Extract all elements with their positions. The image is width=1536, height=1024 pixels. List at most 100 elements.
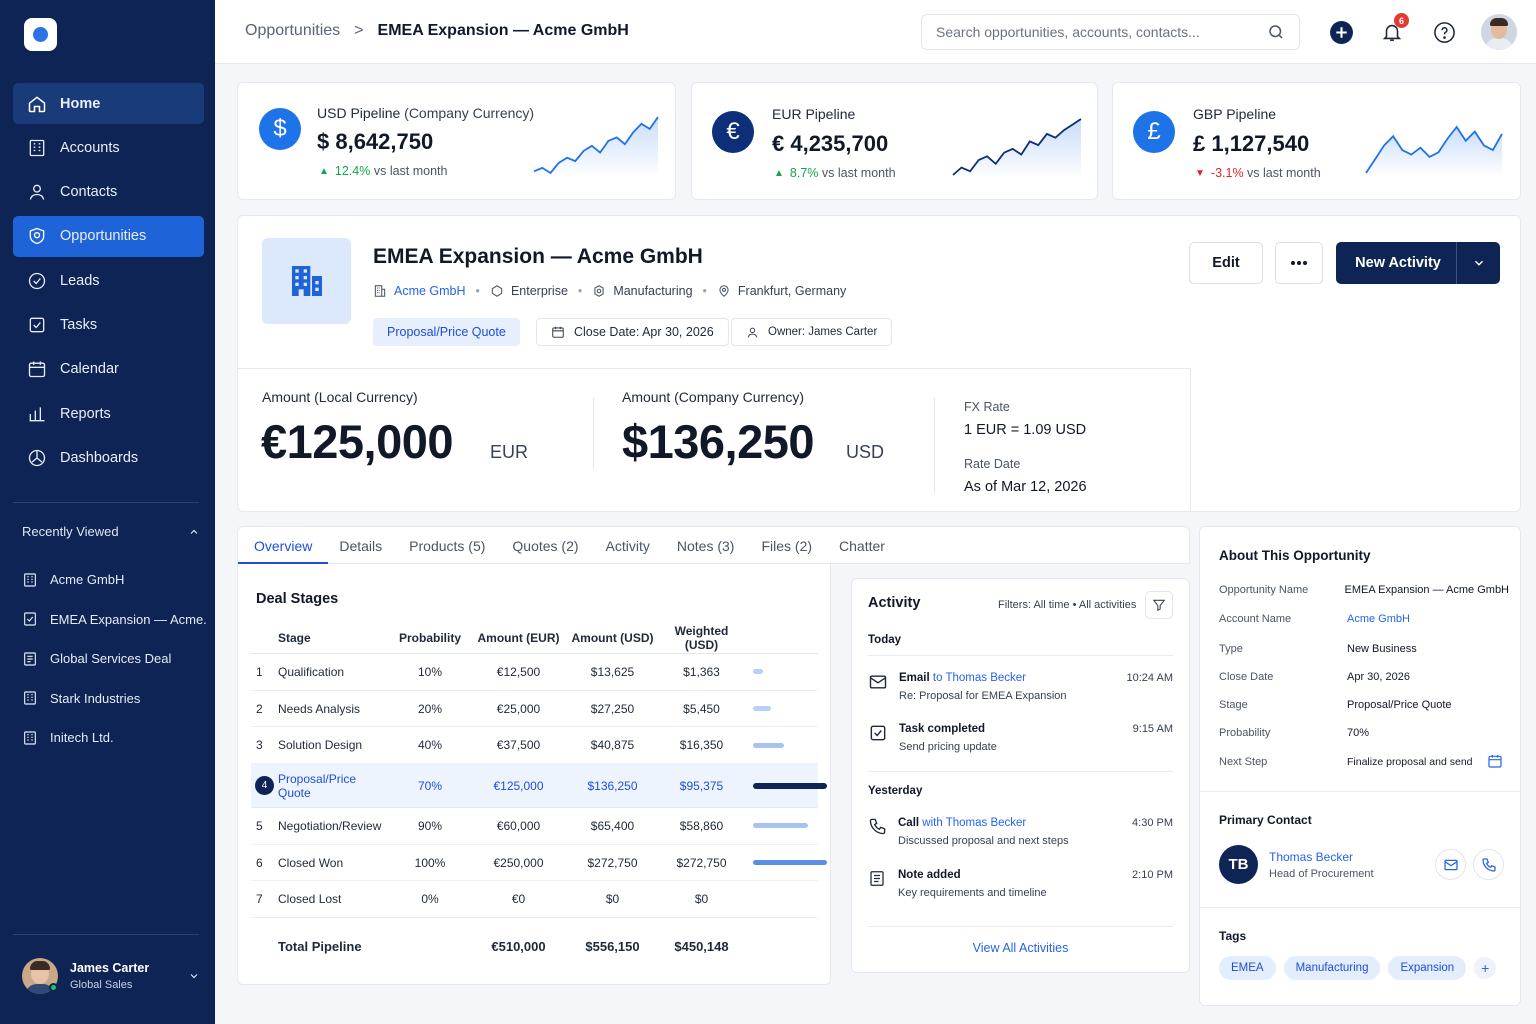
sidebar-item-reports[interactable]: Reports bbox=[13, 393, 204, 434]
field-label: Close Date bbox=[1219, 671, 1274, 683]
field-label: Type bbox=[1219, 643, 1243, 655]
table-row[interactable]: 2 Needs Analysis 20% €25,000 $27,250 $5,450 bbox=[251, 691, 818, 728]
search-input[interactable] bbox=[936, 24, 1267, 40]
more-horizontal-icon bbox=[1290, 260, 1308, 266]
sidebar-item-contacts[interactable]: Contacts bbox=[13, 172, 204, 213]
edit-button[interactable]: Edit bbox=[1189, 242, 1263, 284]
search-icon[interactable] bbox=[1267, 23, 1285, 41]
chevron-down-icon[interactable] bbox=[188, 970, 200, 982]
column-header: Probability bbox=[398, 630, 461, 645]
recent-item[interactable]: Initech Ltd. bbox=[22, 718, 207, 758]
home-icon bbox=[26, 93, 48, 115]
sidebar-item-accounts[interactable]: Accounts bbox=[13, 127, 204, 168]
call-contact-button[interactable] bbox=[1473, 849, 1504, 880]
table-row[interactable]: 6 Closed Won 100% €250,000 $272,750 $272,750 bbox=[251, 845, 827, 882]
close-date-chip[interactable]: Close Date: Apr 30, 2026 bbox=[536, 318, 729, 346]
activity-contact-link[interactable]: with Thomas Becker bbox=[922, 817, 1026, 829]
top-header: Opportunities > EMEA Expansion — Acme Gm… bbox=[215, 0, 1536, 64]
total-row: Total Pipeline €510,000 $556,150 $450,14… bbox=[251, 918, 818, 974]
eur-pipeline-card[interactable]: € EUR Pipeline € 4,235,700 ▲ 8.7% vs last… bbox=[691, 82, 1098, 200]
account-link[interactable]: Acme GmbH bbox=[394, 284, 466, 298]
pipeline-label: USD Pipeline bbox=[317, 105, 401, 121]
tag[interactable]: Manufacturing bbox=[1283, 956, 1381, 980]
stage-probability: 70% bbox=[417, 778, 443, 793]
tab-quotes[interactable]: Quotes (2) bbox=[512, 527, 578, 564]
stage-probability: 90% bbox=[417, 818, 443, 833]
stage-probability: 10% bbox=[417, 664, 443, 679]
chevron-down-icon[interactable] bbox=[1456, 242, 1500, 284]
help-button[interactable] bbox=[1430, 18, 1458, 46]
stage-weighted-usd: $1,363 bbox=[683, 664, 720, 679]
recent-item[interactable]: Global Services Deal bbox=[22, 639, 207, 679]
stage-chip[interactable]: Proposal/Price Quote bbox=[373, 318, 520, 346]
header-avatar[interactable] bbox=[1481, 14, 1517, 50]
sidebar-item-dashboards[interactable]: Dashboards bbox=[13, 437, 204, 478]
app-logo[interactable] bbox=[24, 18, 57, 51]
add-tag-button[interactable]: + bbox=[1474, 957, 1497, 979]
field-row: Type New Business bbox=[1219, 643, 1509, 655]
new-activity-button[interactable]: New Activity bbox=[1336, 242, 1500, 284]
table-row[interactable]: 4 Proposal/Price Quote 70% €125,000 $136,250… bbox=[251, 764, 827, 809]
tag[interactable]: Expansion bbox=[1388, 956, 1467, 980]
day-label-today: Today bbox=[868, 634, 902, 646]
table-row[interactable]: 5 Negotiation/Review 90% €60,000 $65,400 $58,… bbox=[251, 808, 818, 845]
sidebar-item-opportunities[interactable]: Opportunities bbox=[13, 215, 204, 257]
recent-item[interactable]: Stark Industries bbox=[22, 679, 207, 719]
location-label: Frankfurt, Germany bbox=[737, 284, 847, 298]
owner-chip[interactable]: Owner: James Carter bbox=[731, 318, 893, 346]
tab-notes[interactable]: Notes (3) bbox=[677, 527, 735, 564]
tab-overview[interactable]: Overview bbox=[237, 527, 329, 565]
sidebar-item-leads[interactable]: Leads bbox=[13, 260, 204, 301]
tab-bar: Overview Details Products (5) Quotes (2)… bbox=[237, 526, 1190, 565]
stage-number: 4 bbox=[255, 776, 274, 796]
search-box[interactable] bbox=[921, 14, 1300, 50]
recent-item-label: Acme GmbH bbox=[50, 572, 125, 588]
notifications-button[interactable]: 6 bbox=[1378, 13, 1409, 46]
breadcrumb-opportunities[interactable]: Opportunities bbox=[245, 22, 340, 40]
stage-number: 2 bbox=[256, 701, 263, 716]
dollar-icon: $ bbox=[259, 108, 301, 150]
tab-files[interactable]: Files (2) bbox=[761, 527, 812, 564]
activity-contact-link[interactable]: to Thomas Becker bbox=[933, 672, 1026, 684]
recent-item[interactable]: Acme GmbH bbox=[22, 560, 207, 600]
field-value: Finalize proposal and send bbox=[1347, 756, 1473, 768]
field-value: Apr 30, 2026 bbox=[1347, 671, 1410, 683]
recent-item-label: Initech Ltd. bbox=[50, 730, 114, 746]
tab-products[interactable]: Products (5) bbox=[409, 527, 485, 564]
calendar-icon[interactable] bbox=[1487, 753, 1503, 769]
new-activity-label: New Activity bbox=[1355, 255, 1441, 271]
more-options-button[interactable] bbox=[1275, 242, 1323, 284]
email-contact-button[interactable] bbox=[1435, 849, 1466, 880]
account-name-link[interactable]: Acme GmbH bbox=[1347, 613, 1410, 625]
calendar-icon bbox=[26, 358, 48, 380]
user-profile[interactable]: James Carter Global Sales bbox=[22, 955, 200, 997]
filter-button[interactable] bbox=[1145, 591, 1173, 619]
stage-name: Closed Won bbox=[278, 855, 344, 870]
add-button[interactable] bbox=[1327, 18, 1355, 46]
sidebar-item-calendar[interactable]: Calendar bbox=[13, 349, 204, 390]
view-all-activities-link[interactable]: View All Activities bbox=[852, 941, 1189, 955]
local-currency-code: EUR bbox=[490, 442, 529, 462]
table-row[interactable]: 1 Qualification 10% €12,500 $13,625 $1,363 bbox=[251, 654, 818, 691]
contact-name-link[interactable]: Thomas Becker bbox=[1269, 850, 1353, 864]
column-header: Stage bbox=[278, 630, 311, 645]
sidebar-item-home[interactable]: Home bbox=[13, 83, 204, 124]
tab-chatter[interactable]: Chatter bbox=[839, 527, 885, 564]
recent-item[interactable]: EMEA Expansion — Acme... bbox=[22, 600, 207, 640]
stage-weighted-usd: $58,860 bbox=[679, 818, 724, 833]
stage-amount-usd: $65,400 bbox=[590, 818, 635, 833]
stage-name: Proposal/Price Quote bbox=[278, 771, 357, 800]
chevron-up-icon[interactable] bbox=[188, 526, 200, 538]
stage-number: 6 bbox=[256, 855, 263, 870]
table-row[interactable]: 3 Solution Design 40% €37,500 $40,875 $16,350 bbox=[251, 727, 818, 765]
table-row[interactable]: 7 Closed Lost 0% €0 $0 $0 bbox=[251, 881, 818, 919]
activity-filters[interactable]: Filters: All time • All activities bbox=[998, 599, 1136, 611]
tab-activity[interactable]: Activity bbox=[606, 527, 650, 564]
gbp-pipeline-card[interactable]: £ GBP Pipeline £ 1,127,540 ▼ -3.1% vs las… bbox=[1112, 82, 1521, 200]
usd-pipeline-card[interactable]: $ USD Pipeline (Company Currency) $ 8,64… bbox=[237, 82, 676, 200]
tab-details[interactable]: Details bbox=[339, 527, 382, 564]
stage-weighted-usd: $95,375 bbox=[679, 778, 724, 793]
sidebar-item-tasks[interactable]: Tasks bbox=[13, 304, 204, 345]
tag[interactable]: EMEA bbox=[1219, 956, 1276, 980]
recently-viewed-header[interactable]: Recently Viewed bbox=[22, 524, 200, 539]
